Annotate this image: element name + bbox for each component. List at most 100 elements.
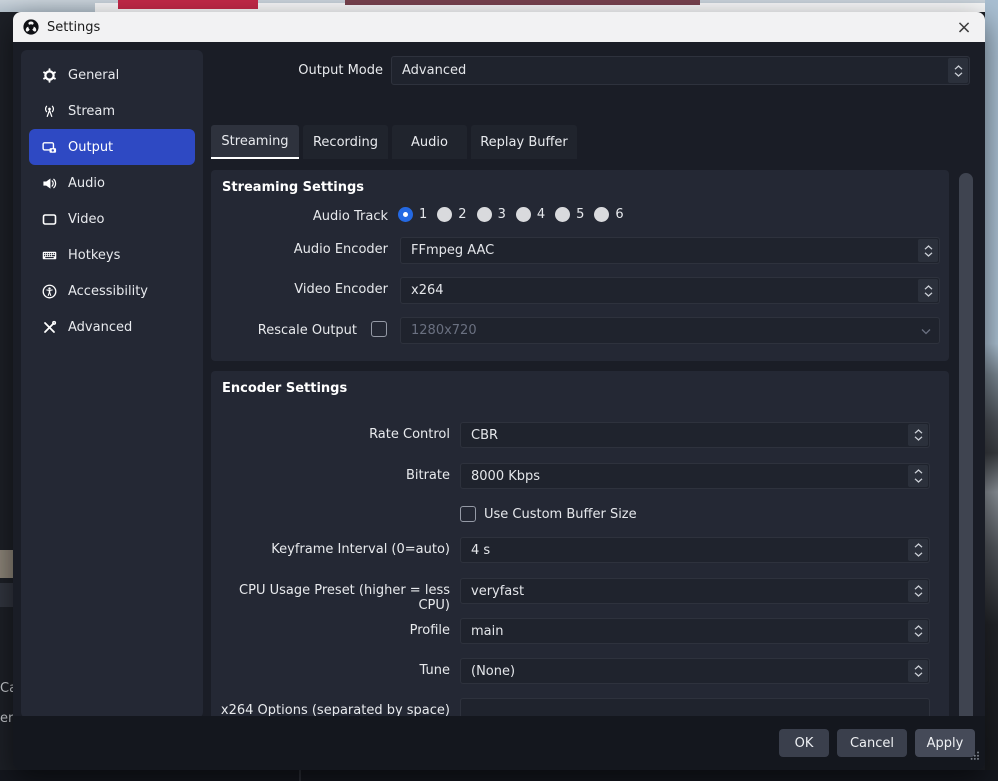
radio-icon[interactable] <box>555 207 570 222</box>
chevron-down-icon <box>914 478 923 483</box>
keyboard-icon <box>41 247 57 263</box>
resize-grip[interactable] <box>969 746 980 765</box>
gear-icon <box>41 67 57 83</box>
rescale-output-checkbox[interactable] <box>371 321 387 337</box>
radio-option-3[interactable]: 3 <box>477 207 506 222</box>
cancel-button[interactable]: Cancel <box>837 729 907 757</box>
custom-buffer-checkbox[interactable] <box>460 506 476 522</box>
chevron-up-icon <box>914 469 923 474</box>
rescale-resolution-value: 1280x720 <box>411 323 477 338</box>
radio-icon[interactable] <box>516 207 531 222</box>
titlebar: Settings × <box>13 12 985 42</box>
chevron-up-down-icon[interactable] <box>948 58 968 83</box>
radio-option-6[interactable]: 6 <box>594 207 623 222</box>
spinner-arrows[interactable] <box>908 465 928 487</box>
radio-label: 4 <box>537 207 545 222</box>
background-red-bar <box>118 0 258 9</box>
audio-encoder-select[interactable]: FFmpeg AAC <box>400 237 940 264</box>
sidebar-item-label: Stream <box>68 104 115 119</box>
background-fragment <box>0 583 13 607</box>
chevron-down-icon <box>921 323 931 338</box>
obs-main-window-bottom-edge <box>0 770 998 781</box>
tab-label: Recording <box>313 135 378 150</box>
output-mode-label: Output Mode <box>183 63 383 78</box>
sidebar-item-stream[interactable]: Stream <box>29 93 195 129</box>
profile-value: main <box>471 624 503 639</box>
tab-streaming[interactable]: Streaming <box>211 125 299 159</box>
chevron-up-down-icon[interactable] <box>918 239 938 262</box>
video-encoder-value: x264 <box>411 283 444 298</box>
sidebar-item-label: Advanced <box>68 320 132 335</box>
sidebar-item-video[interactable]: Video <box>29 201 195 237</box>
background-text-fragment: Ca <box>0 681 14 696</box>
rate-control-label: Rate Control <box>211 427 450 442</box>
radio-icon[interactable] <box>477 207 492 222</box>
rate-control-select[interactable]: CBR <box>460 422 930 448</box>
rescale-resolution-select: 1280x720 <box>400 317 940 344</box>
keyframe-interval-label: Keyframe Interval (0=auto) <box>211 542 450 557</box>
ok-button[interactable]: OK <box>779 729 829 757</box>
close-icon[interactable]: × <box>943 12 985 42</box>
chevron-down-icon <box>914 552 923 557</box>
sidebar-item-audio[interactable]: Audio <box>29 165 195 201</box>
tab-audio[interactable]: Audio <box>392 125 467 159</box>
sidebar-item-label: Accessibility <box>68 284 148 299</box>
video-encoder-select[interactable]: x264 <box>400 277 940 304</box>
desktop-backdrop-right <box>985 0 998 781</box>
keyframe-interval-value: 4 s <box>471 543 490 558</box>
radio-option-4[interactable]: 4 <box>516 207 545 222</box>
audio-track-label: Audio Track <box>211 209 388 224</box>
sidebar-item-label: Video <box>68 212 104 227</box>
sidebar-item-hotkeys[interactable]: Hotkeys <box>29 237 195 273</box>
tab-recording[interactable]: Recording <box>303 125 388 159</box>
radio-icon[interactable] <box>437 207 452 222</box>
encoder-settings-group: Encoder Settings Rate Control CBR Bitrat… <box>211 371 949 735</box>
obs-main-window-edge <box>0 12 13 770</box>
apply-button[interactable]: Apply <box>915 729 975 757</box>
custom-buffer-label: Use Custom Buffer Size <box>484 507 637 522</box>
tab-label: Streaming <box>221 134 288 149</box>
footer-bar: OK Cancel Apply <box>13 716 985 770</box>
sidebar-item-label: Audio <box>68 176 105 191</box>
cpu-preset-value: veryfast <box>471 584 524 599</box>
chevron-up-down-icon[interactable] <box>908 580 928 602</box>
chevron-up-down-icon[interactable] <box>918 279 938 302</box>
tune-select[interactable]: (None) <box>460 658 930 684</box>
background-darkred-bar <box>345 0 700 5</box>
background-text-fragment: er <box>0 711 14 726</box>
radio-option-5[interactable]: 5 <box>555 207 584 222</box>
keyframe-interval-spinner[interactable]: 4 s <box>460 537 930 563</box>
cpu-preset-select[interactable]: veryfast <box>460 578 930 604</box>
accessibility-icon <box>41 283 57 299</box>
monitor-icon <box>41 211 57 227</box>
radio-icon[interactable] <box>594 207 609 222</box>
video-encoder-label: Video Encoder <box>211 282 388 297</box>
sidebar-item-advanced[interactable]: Advanced <box>29 309 195 345</box>
broadcast-icon <box>41 103 57 119</box>
tab-replay-buffer[interactable]: Replay Buffer <box>471 125 577 159</box>
tab-label: Replay Buffer <box>480 135 568 150</box>
profile-select[interactable]: main <box>460 618 930 644</box>
bitrate-spinner[interactable]: 8000 Kbps <box>460 463 930 489</box>
sidebar-item-general[interactable]: General <box>29 57 195 93</box>
radio-label: 6 <box>615 207 623 222</box>
sidebar-item-label: General <box>68 68 119 83</box>
radio-label: 1 <box>419 207 427 222</box>
streaming-settings-group: Streaming Settings Audio Track 1 2 3 4 5… <box>211 170 949 361</box>
spinner-arrows[interactable] <box>908 539 928 561</box>
output-icon <box>41 139 57 155</box>
settings-content: General Stream Output <box>13 42 985 770</box>
radio-option-2[interactable]: 2 <box>437 207 466 222</box>
chevron-up-icon <box>914 543 923 548</box>
tab-label: Audio <box>411 135 448 150</box>
output-mode-select[interactable]: Advanced <box>391 56 970 85</box>
vertical-scrollbar[interactable] <box>959 173 973 742</box>
chevron-up-down-icon[interactable] <box>908 660 928 682</box>
radio-selected-icon[interactable] <box>398 207 413 222</box>
chevron-up-down-icon[interactable] <box>908 620 928 642</box>
sidebar-item-accessibility[interactable]: Accessibility <box>29 273 195 309</box>
radio-option-1[interactable]: 1 <box>398 207 427 222</box>
audio-track-radio-group: 1 2 3 4 5 6 <box>398 207 624 222</box>
sidebar-item-output[interactable]: Output <box>29 129 195 165</box>
chevron-up-down-icon[interactable] <box>908 424 928 446</box>
